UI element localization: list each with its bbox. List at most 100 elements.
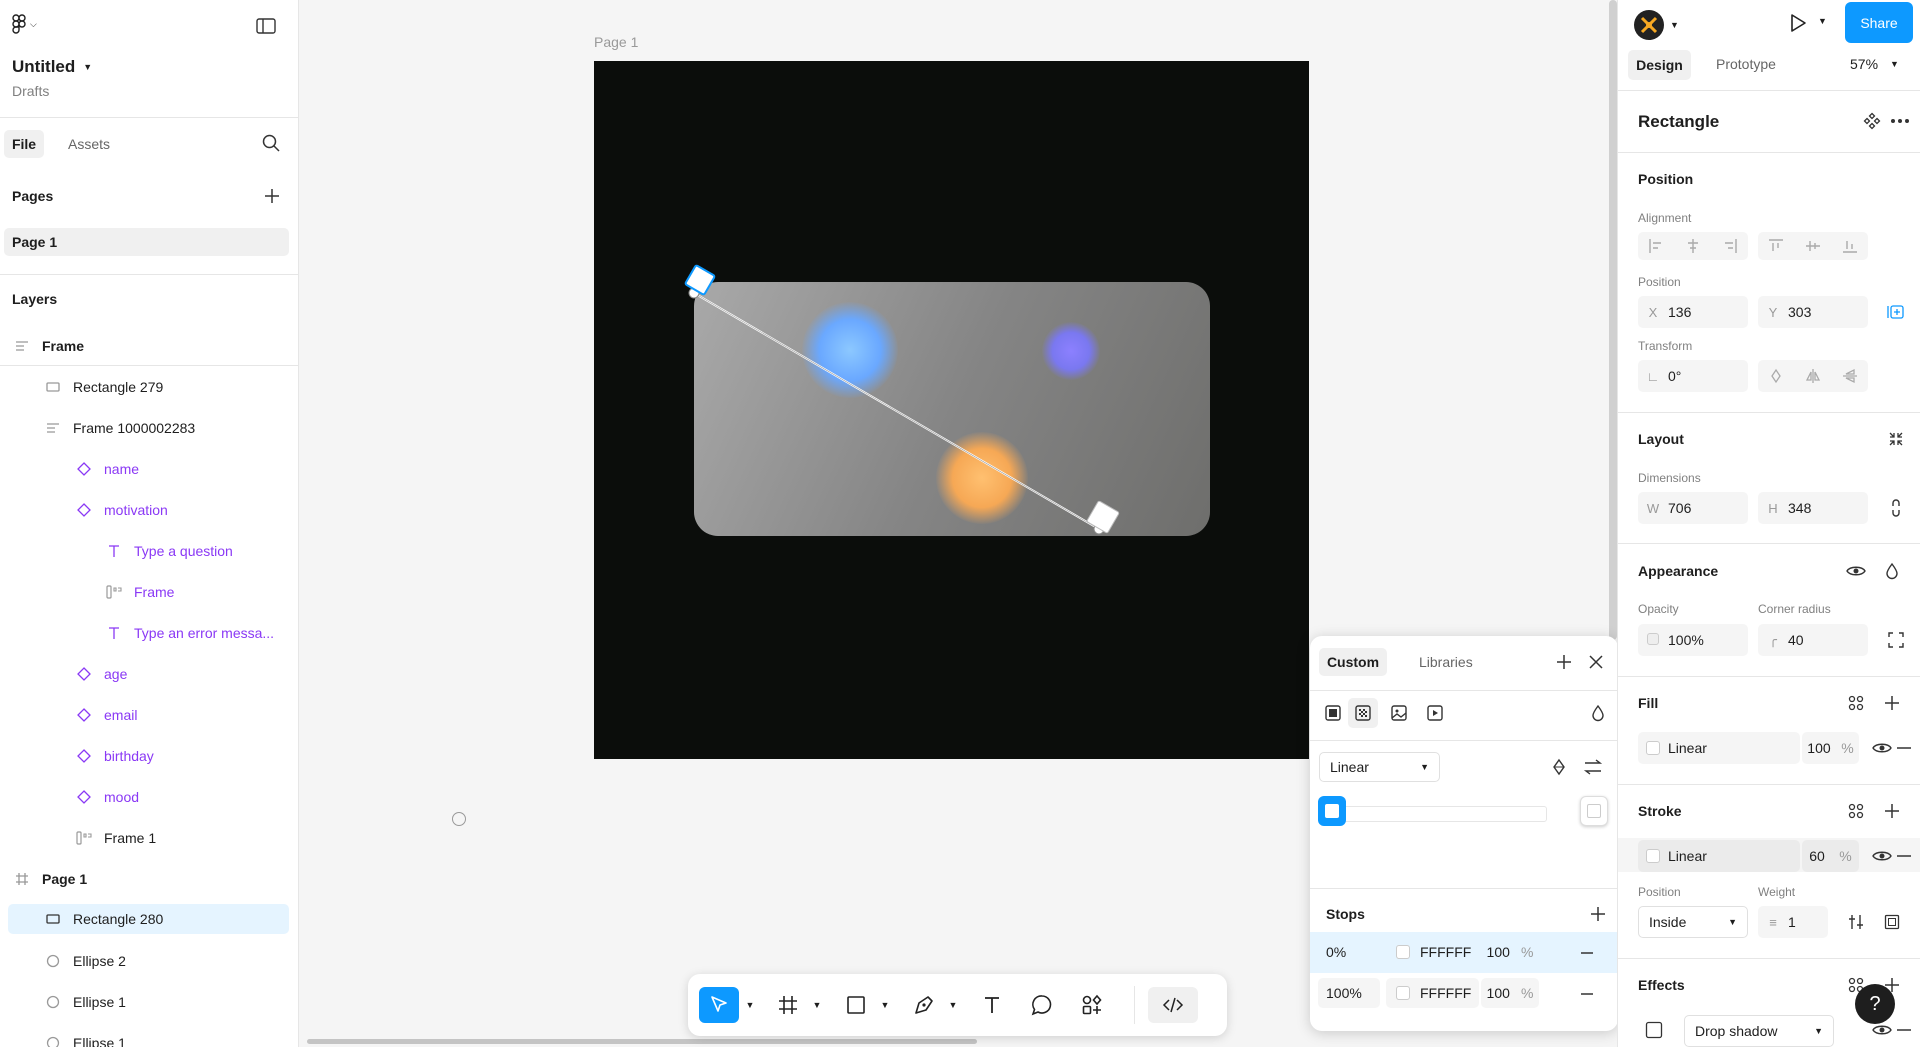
tab-custom[interactable]: Custom xyxy=(1319,648,1387,676)
stop-position-field[interactable]: 100% xyxy=(1318,978,1380,1008)
layer-item[interactable]: Ellipse 2 xyxy=(0,940,298,981)
blend-mode-button[interactable] xyxy=(1876,555,1908,587)
stop-swatch[interactable] xyxy=(1386,986,1420,1000)
gradient-type-select[interactable]: Linear ▼ xyxy=(1319,752,1440,782)
add-stop-button[interactable] xyxy=(1590,906,1606,922)
layer-item[interactable]: Type an error messa... xyxy=(0,612,298,653)
actions-button[interactable] xyxy=(1074,987,1110,1023)
constraints-button[interactable] xyxy=(1880,296,1912,328)
stroke-sides-button[interactable] xyxy=(1876,906,1908,938)
layer-item[interactable]: motivation xyxy=(0,489,298,530)
stroke-position-select[interactable]: Inside ▼ xyxy=(1638,906,1748,938)
align-left-icon[interactable] xyxy=(1648,238,1664,254)
more-options-button[interactable] xyxy=(1890,118,1910,124)
close-picker-button[interactable] xyxy=(1588,654,1604,670)
tab-assets[interactable]: Assets xyxy=(68,136,110,152)
add-style-button[interactable] xyxy=(1556,654,1572,670)
chevron-down-icon[interactable]: ▼ xyxy=(1818,16,1827,26)
layer-item[interactable]: Rectangle 279 xyxy=(0,366,298,407)
corner-radius-field[interactable]: ╭ 40 xyxy=(1758,624,1868,656)
toggle-sidebar-button[interactable] xyxy=(256,18,276,34)
share-button[interactable]: Share xyxy=(1845,2,1913,43)
fill-opacity-field[interactable]: 100 % xyxy=(1802,732,1859,764)
constrain-proportions-button[interactable] xyxy=(1880,492,1912,524)
layer-item[interactable]: birthday xyxy=(0,735,298,776)
stop-position-field[interactable]: 0% xyxy=(1318,937,1380,967)
help-button[interactable]: ? xyxy=(1855,984,1895,1024)
stroke-styles-button[interactable] xyxy=(1840,795,1872,827)
fill-type-field[interactable]: Linear xyxy=(1638,732,1800,764)
remove-stop-button[interactable] xyxy=(1578,944,1596,962)
stop-color-field[interactable]: FFFFFF xyxy=(1386,937,1479,967)
zoom-menu[interactable]: 57% ▼ xyxy=(1850,56,1899,72)
gradient-handle[interactable] xyxy=(674,261,1244,561)
gradient-stop-handle-start[interactable] xyxy=(1318,796,1346,826)
flip-vertical-icon[interactable] xyxy=(1842,368,1858,384)
fill-styles-button[interactable] xyxy=(1840,687,1872,719)
height-field[interactable]: H 348 xyxy=(1758,492,1868,524)
tab-libraries[interactable]: Libraries xyxy=(1419,654,1473,670)
tab-prototype[interactable]: Prototype xyxy=(1716,56,1776,72)
page-frame[interactable] xyxy=(594,61,1309,759)
stroke-type-field[interactable]: Linear xyxy=(1638,840,1800,872)
layer-item[interactable]: Frame xyxy=(0,325,298,366)
move-tool-button[interactable] xyxy=(699,987,739,1023)
present-button[interactable] xyxy=(1788,12,1808,34)
horizontal-scrollbar[interactable] xyxy=(307,1039,977,1044)
text-tool-button[interactable] xyxy=(974,987,1010,1023)
align-right-icon[interactable] xyxy=(1722,238,1738,254)
layer-item[interactable]: Frame xyxy=(0,571,298,612)
y-position-field[interactable]: Y 303 xyxy=(1758,296,1868,328)
shape-tool-button[interactable] xyxy=(838,987,874,1023)
layer-item[interactable]: Type a question xyxy=(0,530,298,571)
stroke-opacity-field[interactable]: 60 % xyxy=(1802,840,1859,872)
remove-stop-button[interactable] xyxy=(1578,985,1596,1003)
remove-fill-button[interactable] xyxy=(1888,732,1920,764)
chevron-down-icon[interactable]: ▼ xyxy=(878,987,892,1023)
align-bottom-icon[interactable] xyxy=(1842,238,1858,254)
solid-fill-button[interactable] xyxy=(1324,704,1342,722)
stop-color-field[interactable]: FFFFFF xyxy=(1386,978,1479,1008)
auto-layout-button[interactable] xyxy=(1880,423,1912,455)
align-center-h-icon[interactable] xyxy=(1685,238,1701,254)
frame-label[interactable]: Page 1 xyxy=(594,34,638,50)
rotate-90-icon[interactable] xyxy=(1768,368,1784,384)
pen-tool-button[interactable] xyxy=(906,987,942,1023)
stop-swatch[interactable] xyxy=(1386,945,1420,959)
width-field[interactable]: W 706 xyxy=(1638,492,1748,524)
rotate-gradient-button[interactable] xyxy=(1550,758,1568,776)
fill-swatch[interactable] xyxy=(1638,741,1668,755)
layer-item[interactable]: Rectangle 280 xyxy=(8,904,289,934)
tab-file[interactable]: File xyxy=(4,130,44,158)
stop-opacity-field[interactable]: 100% xyxy=(1481,937,1539,967)
layer-item[interactable]: mood xyxy=(0,776,298,817)
rotation-field[interactable]: ∟ 0° xyxy=(1638,360,1748,392)
main-menu-button[interactable]: ⌵ xyxy=(12,14,37,34)
align-top-icon[interactable] xyxy=(1768,238,1784,254)
gradient-bar[interactable] xyxy=(1334,806,1547,822)
chevron-down-icon[interactable]: ▼ xyxy=(810,987,824,1023)
gradient-stop-row[interactable]: 0% FFFFFF 100% xyxy=(1310,932,1618,973)
layer-item[interactable]: email xyxy=(0,694,298,735)
vertical-scrollbar[interactable] xyxy=(1609,0,1617,640)
x-position-field[interactable]: X 136 xyxy=(1638,296,1748,328)
independent-corners-button[interactable] xyxy=(1880,624,1912,656)
effect-toggle-checkbox[interactable] xyxy=(1638,1014,1670,1046)
tab-design[interactable]: Design xyxy=(1628,50,1691,80)
file-name-button[interactable]: Untitled ▼ xyxy=(12,56,92,78)
layer-item[interactable]: Page 1 xyxy=(0,858,298,899)
remove-effect-button[interactable] xyxy=(1888,1014,1920,1046)
add-stroke-button[interactable] xyxy=(1876,795,1908,827)
chevron-down-icon[interactable]: ▼ xyxy=(946,987,960,1023)
image-fill-button[interactable] xyxy=(1390,704,1408,722)
stroke-settings-button[interactable] xyxy=(1840,906,1872,938)
frame-tool-button[interactable] xyxy=(770,987,806,1023)
flip-gradient-button[interactable] xyxy=(1583,758,1603,776)
stop-opacity-field[interactable]: 100% xyxy=(1481,978,1539,1008)
search-layers-button[interactable] xyxy=(262,134,280,152)
layer-item[interactable]: Frame 1 xyxy=(0,817,298,858)
visibility-toggle[interactable] xyxy=(1840,555,1872,587)
add-fill-button[interactable] xyxy=(1876,687,1908,719)
dev-mode-toggle[interactable] xyxy=(1148,987,1198,1023)
video-fill-button[interactable] xyxy=(1426,704,1444,722)
